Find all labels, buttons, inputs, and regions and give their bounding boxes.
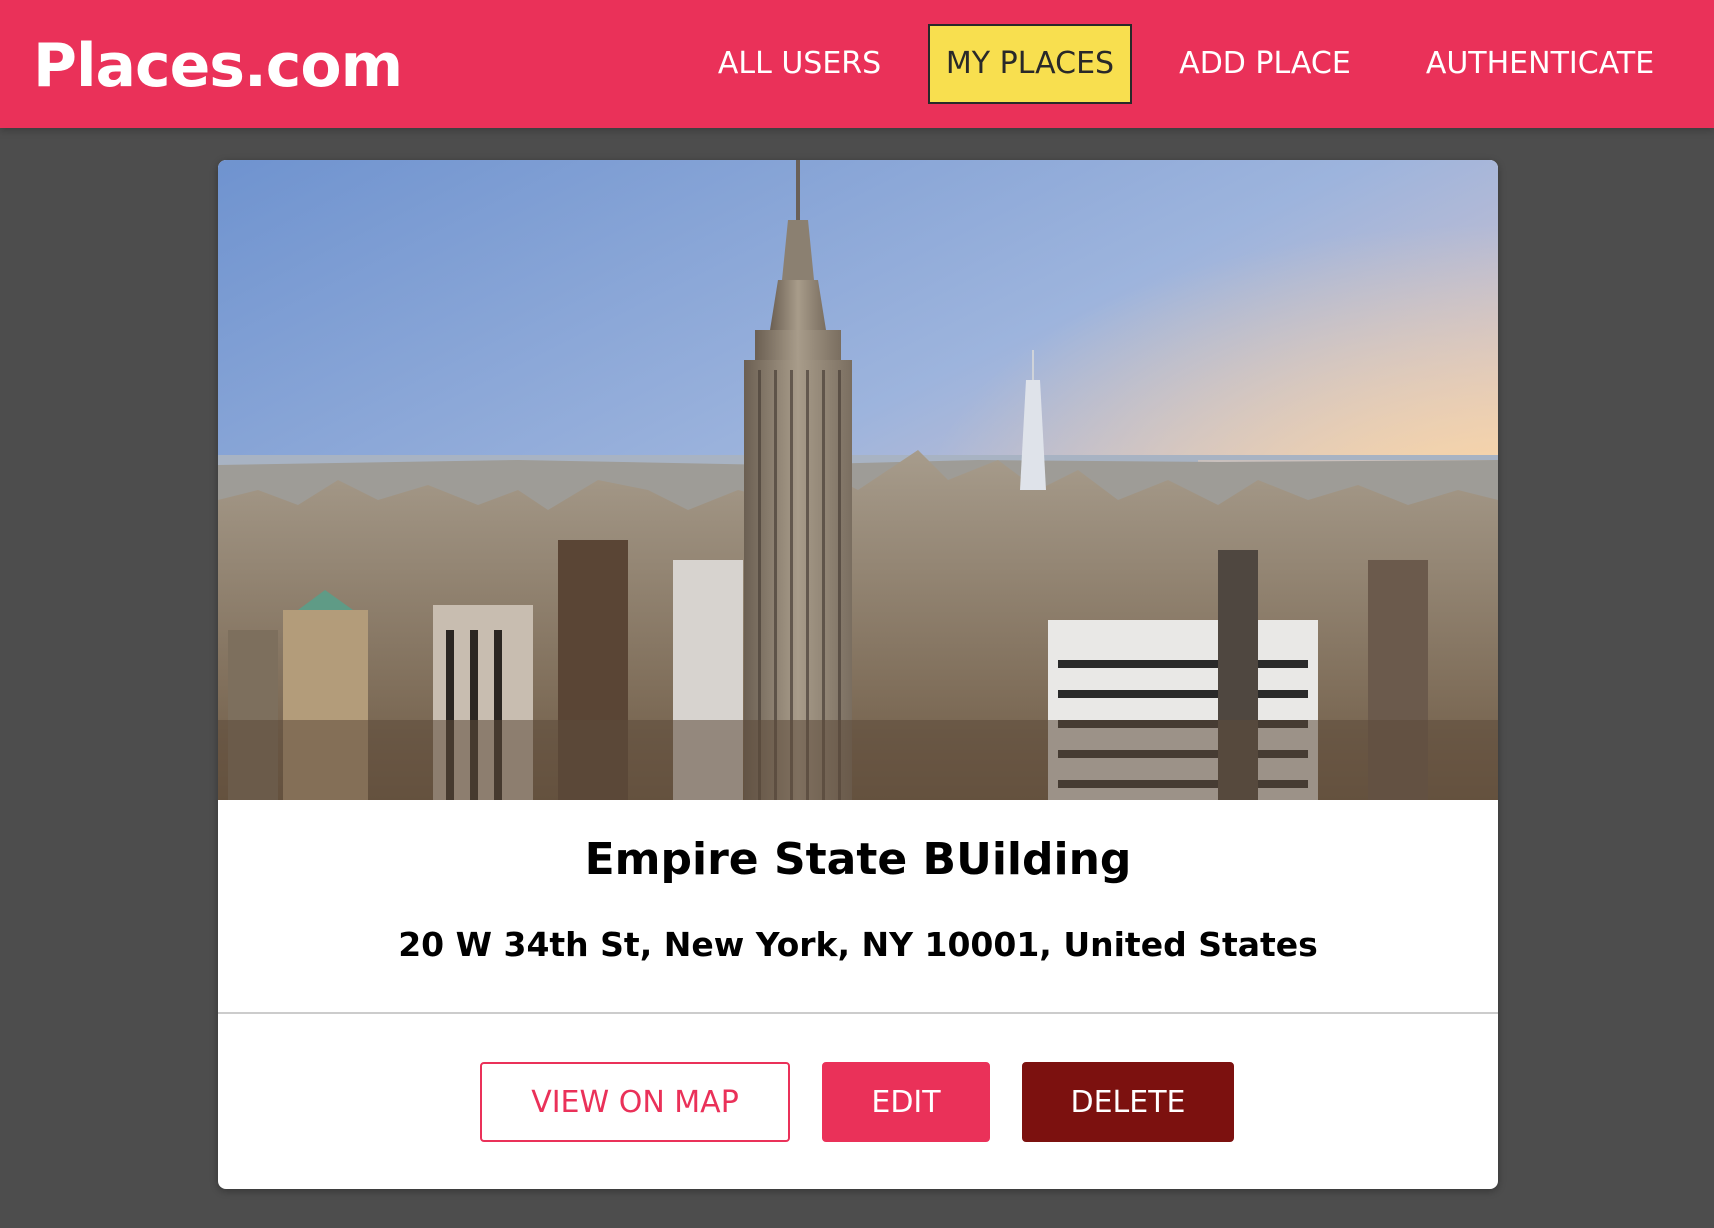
place-photo (218, 160, 1498, 800)
place-address: 20 W 34th St, New York, NY 10001, United… (398, 925, 1318, 964)
delete-button[interactable]: DELETE (1022, 1062, 1234, 1142)
place-title: Empire State BUilding (584, 834, 1132, 885)
nav-link-my-places[interactable]: MY PLACES (928, 24, 1132, 104)
nav-link-authenticate[interactable]: AUTHENTICATE (1410, 24, 1670, 104)
edit-button[interactable]: EDIT (822, 1062, 990, 1142)
nav-link-add-place[interactable]: ADD PLACE (1170, 24, 1360, 104)
main-navigation: ALL USERS MY PLACES ADD PLACE AUTHENTICA… (0, 0, 1714, 128)
place-card: Empire State BUilding 20 W 34th St, New … (218, 160, 1498, 1189)
nav-link-all-users[interactable]: ALL USERS (702, 24, 897, 104)
main-header: Places.com ALL USERS MY PLACES ADD PLACE… (0, 0, 1714, 128)
card-divider (218, 1012, 1498, 1014)
view-on-map-button[interactable]: VIEW ON MAP (480, 1062, 790, 1142)
